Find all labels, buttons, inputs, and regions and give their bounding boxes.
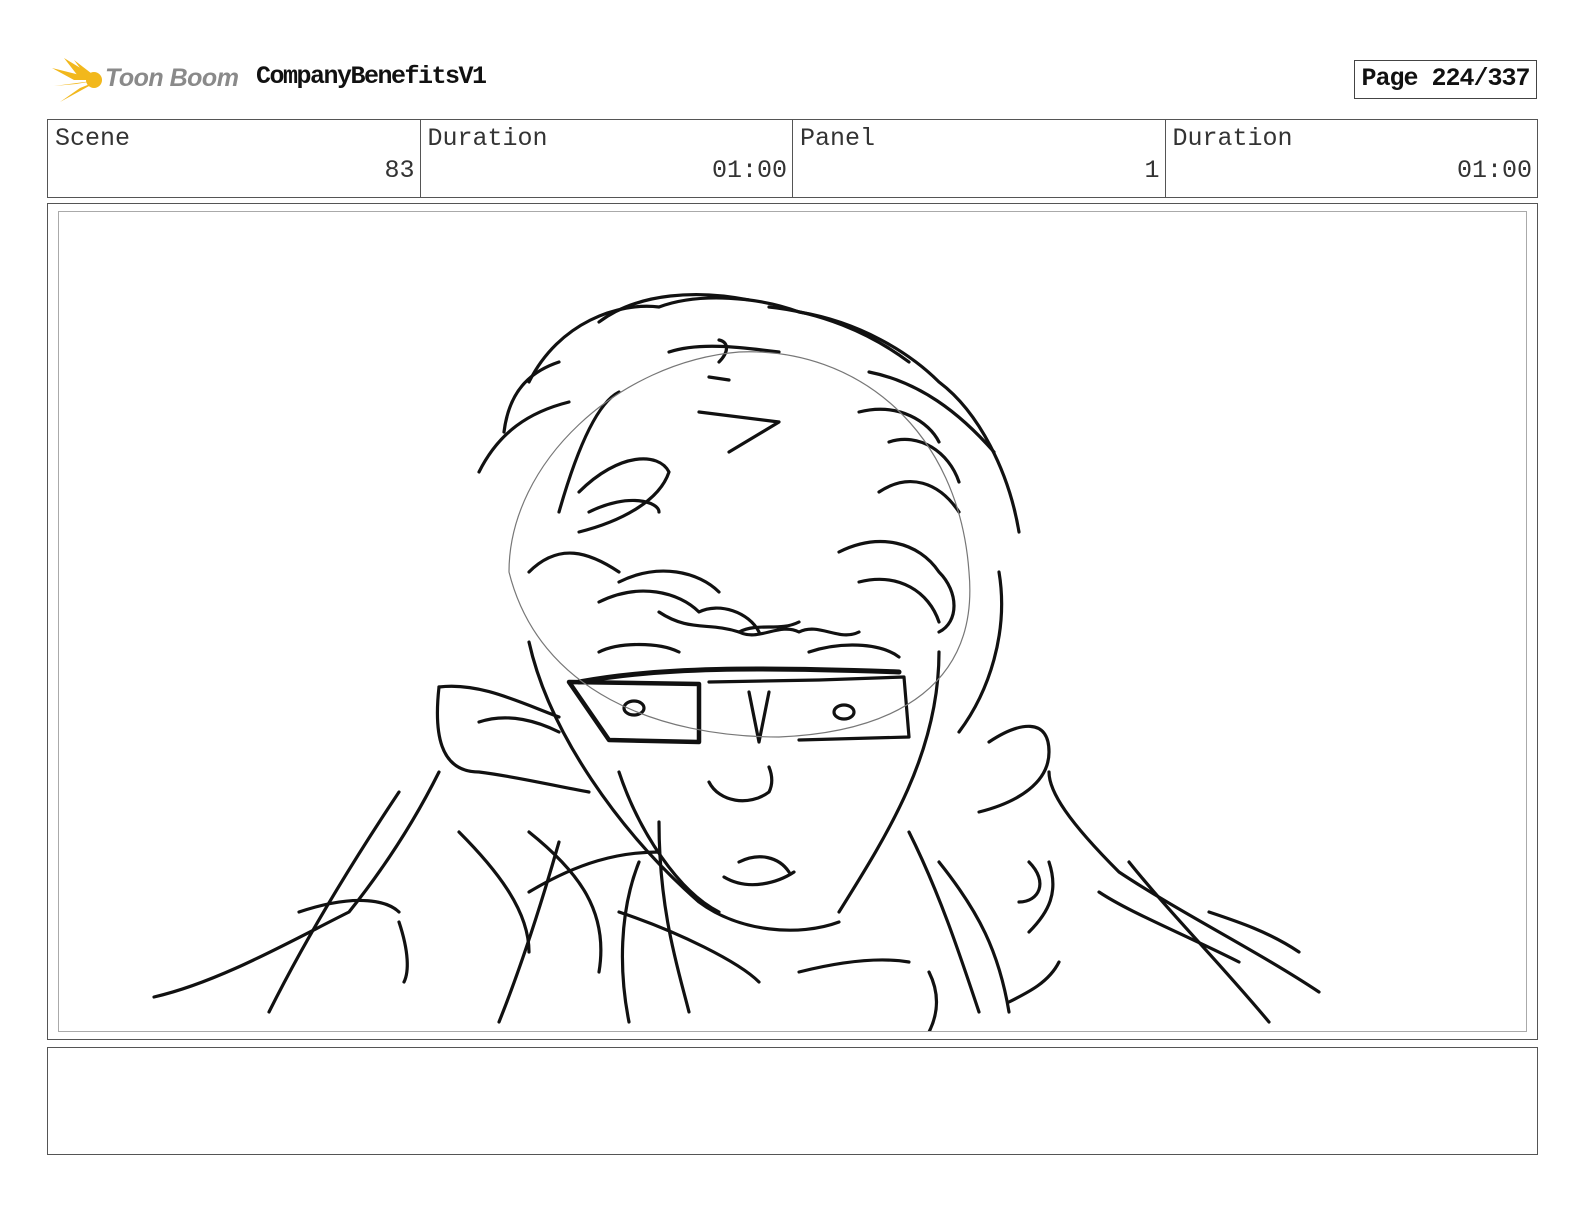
scene-duration-label: Duration — [427, 124, 548, 153]
panel-label: Panel — [800, 124, 876, 153]
scene-duration-cell: Duration 01:00 — [421, 120, 793, 197]
scene-duration-value: 01:00 — [711, 156, 787, 185]
character-sketch-icon — [152, 293, 1321, 1031]
panel-duration-value: 01:00 — [1456, 156, 1532, 185]
panel-duration-label: Duration — [1172, 124, 1293, 153]
panel-cell: Panel 1 — [793, 120, 1166, 197]
panel-value: 1 — [1144, 156, 1160, 185]
panel-image — [58, 211, 1527, 1032]
logo-text: Toon Boom — [105, 64, 239, 92]
starburst-icon — [52, 58, 102, 102]
scene-label: Scene — [55, 124, 131, 153]
scene-value: 83 — [384, 156, 415, 185]
toon-boom-logo: Toon Boom — [50, 56, 240, 106]
panel-info-row: Scene 83 Duration 01:00 Panel 1 Duration… — [47, 119, 1538, 198]
panel-duration-cell: Duration 01:00 — [1166, 120, 1538, 197]
scene-cell: Scene 83 — [48, 120, 421, 197]
project-title: CompanyBenefitsV1 — [256, 62, 487, 91]
notes-box — [47, 1047, 1538, 1155]
page-indicator: Page 224/337 — [1354, 60, 1537, 99]
